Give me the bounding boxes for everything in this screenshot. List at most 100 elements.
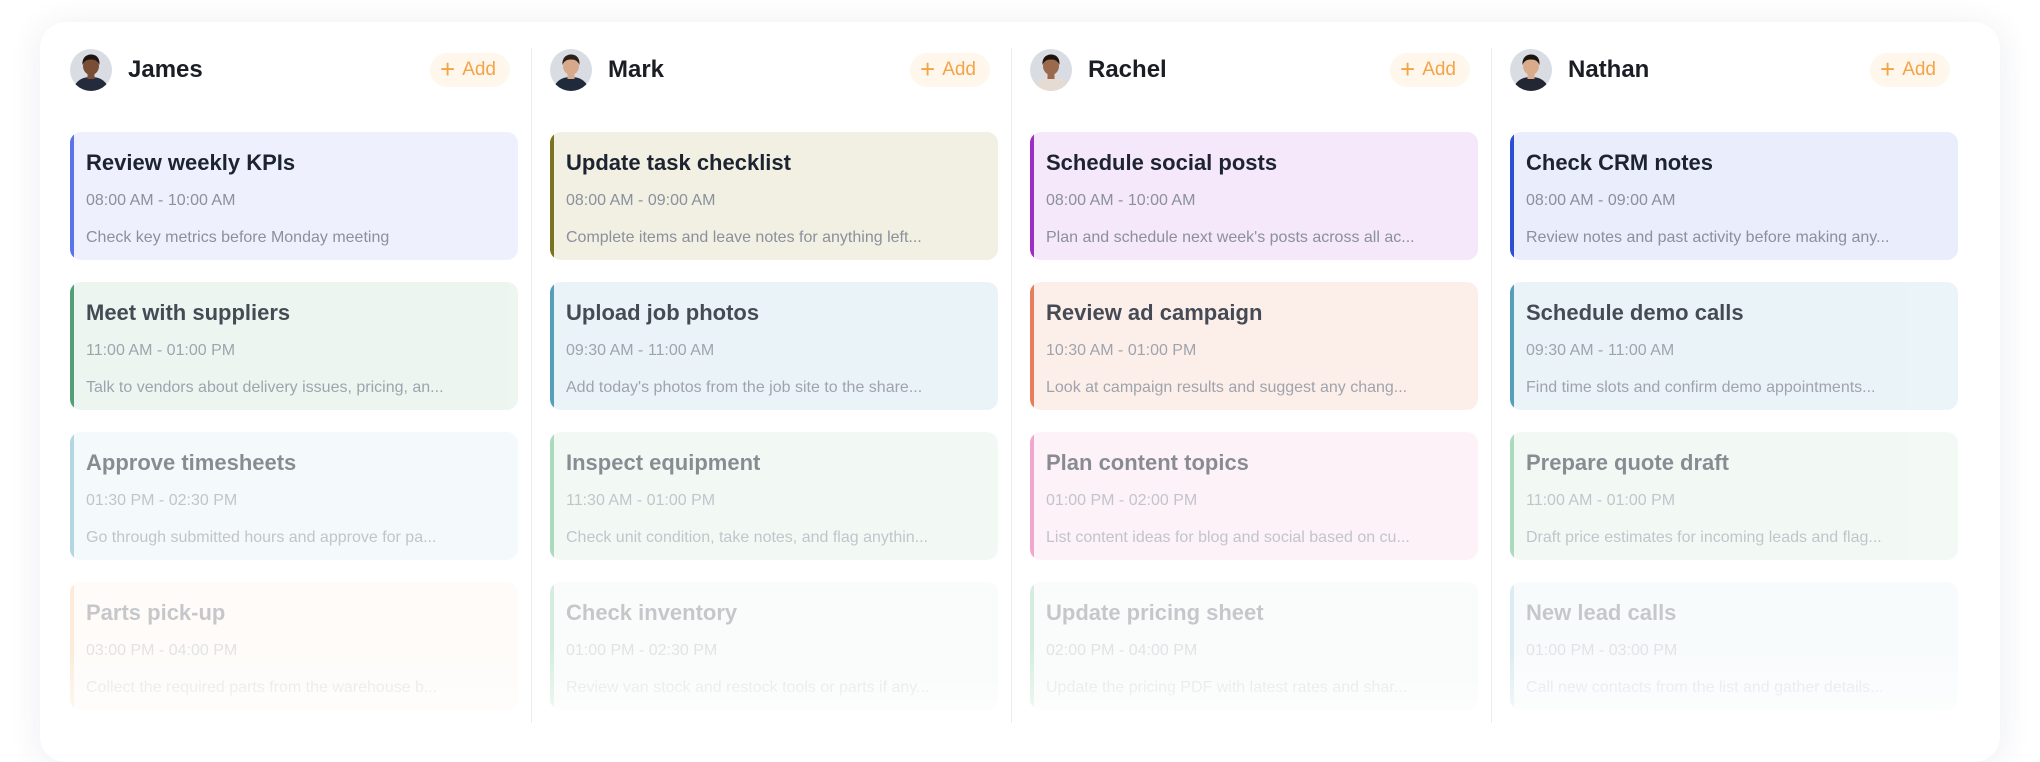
task-description: Go through submitted hours and approve f… [86,529,437,546]
task-time: 09:30 AM - 11:00 AM [1526,342,1675,359]
add-button-label: Add [942,59,976,80]
task-time: 11:00 AM - 01:00 PM [1526,492,1676,509]
task-time: 08:00 AM - 09:00 AM [566,192,716,209]
task-title: Plan content topics [1046,450,1249,475]
column-header: Mark + Add [550,48,998,92]
task-time: 08:00 AM - 10:00 AM [86,192,236,209]
plus-icon: + [1880,54,1896,84]
add-button-label: Add [1422,59,1456,80]
person-column: James + Add Review weekly KPIs 08:00 AM … [70,48,532,762]
task-description: Plan and schedule next week's posts acro… [1046,229,1415,246]
task-list: Review weekly KPIs 08:00 AM - 10:00 AM C… [70,132,518,710]
plus-icon: + [1400,54,1416,84]
task-time: 10:30 AM - 01:00 PM [1046,342,1197,359]
task-description: Talk to vendors about delivery issues, p… [86,379,444,396]
person-name: Mark [608,56,665,83]
task-card[interactable]: Review ad campaign 10:30 AM - 01:00 PM L… [1030,282,1478,410]
add-task-button[interactable]: + Add [1390,53,1470,87]
task-card[interactable]: Schedule demo calls 09:30 AM - 11:00 AM … [1510,282,1958,410]
task-list: Check CRM notes 08:00 AM - 09:00 AM Revi… [1510,132,1958,710]
task-time: 09:30 AM - 11:00 AM [566,342,715,359]
task-description: Check key metrics before Monday meeting [86,229,390,246]
task-title: Review weekly KPIs [86,150,296,175]
task-card[interactable]: Schedule social posts 08:00 AM - 10:00 A… [1030,132,1478,260]
person-avatar-icon[interactable] [1510,49,1552,91]
person-name: James [128,56,203,83]
task-title: New lead calls [1526,600,1677,625]
person-column: Nathan + Add Check CRM notes 08:00 AM - … [1490,48,1970,762]
task-title: Update pricing sheet [1046,600,1264,625]
task-time: 08:00 AM - 10:00 AM [1046,192,1196,209]
task-accent-bar [1030,132,1034,260]
task-card[interactable]: Check CRM notes 08:00 AM - 09:00 AM Revi… [1510,132,1958,260]
task-time: 08:00 AM - 09:00 AM [1526,192,1676,209]
task-card[interactable]: Prepare quote draft 11:00 AM - 01:00 PM … [1510,432,1958,560]
person-avatar-icon[interactable] [550,49,592,91]
task-card[interactable]: Update pricing sheet 02:00 PM - 04:00 PM… [1030,582,1478,710]
team-schedule-board: James + Add Review weekly KPIs 08:00 AM … [40,22,2000,762]
task-card[interactable]: Approve timesheets 01:30 PM - 02:30 PM G… [70,432,518,560]
task-accent-bar [1030,582,1034,710]
task-description: List content ideas for blog and social b… [1046,529,1410,546]
task-accent-bar [70,132,74,260]
task-accent-bar [70,282,74,410]
task-description: Review notes and past activity before ma… [1526,229,1890,246]
task-description: Collect the required parts from the ware… [86,679,438,696]
task-accent-bar [550,132,554,260]
task-description: Find time slots and confirm demo appoint… [1526,379,1876,396]
person-name: Nathan [1568,56,1650,83]
task-description: Call new contacts from the list and gath… [1526,679,1884,696]
task-title: Approve timesheets [86,450,297,475]
task-description: Add today's photos from the job site to … [566,379,923,396]
task-title: Parts pick-up [86,600,226,625]
task-accent-bar [1510,132,1514,260]
task-accent-bar [1030,282,1034,410]
task-accent-bar [550,282,554,410]
task-title: Meet with suppliers [86,300,291,325]
column-header: Rachel + Add [1030,48,1478,92]
task-title: Prepare quote draft [1526,450,1729,475]
task-accent-bar [1030,432,1034,560]
task-card[interactable]: Plan content topics 01:00 PM - 02:00 PM … [1030,432,1478,560]
task-title: Update task checklist [566,150,791,175]
task-time: 11:00 AM - 01:00 PM [86,342,236,359]
task-accent-bar [550,582,554,710]
person-avatar-icon[interactable] [1030,49,1072,91]
task-card[interactable]: Meet with suppliers 11:00 AM - 01:00 PM … [70,282,518,410]
task-time: 02:00 PM - 04:00 PM [1046,642,1198,659]
column-header: James + Add [70,48,518,92]
task-time: 01:30 PM - 02:30 PM [86,492,238,509]
task-description: Look at campaign results and suggest any… [1046,379,1408,396]
task-card[interactable]: Review weekly KPIs 08:00 AM - 10:00 AM C… [70,132,518,260]
task-accent-bar [70,432,74,560]
task-card[interactable]: Check inventory 01:00 PM - 02:30 PM Revi… [550,582,998,710]
task-card[interactable]: Inspect equipment 11:30 AM - 01:00 PM Ch… [550,432,998,560]
task-accent-bar [1510,282,1514,410]
task-title: Schedule social posts [1046,150,1278,175]
task-description: Check unit condition, take notes, and fl… [566,529,929,546]
plus-icon: + [920,54,936,84]
task-description: Draft price estimates for incoming leads… [1526,529,1882,546]
add-task-button[interactable]: + Add [430,53,510,87]
person-avatar-icon[interactable] [70,49,112,91]
task-card[interactable]: New lead calls 01:00 PM - 03:00 PM Call … [1510,582,1958,710]
task-card[interactable]: Parts pick-up 03:00 PM - 04:00 PM Collec… [70,582,518,710]
task-time: 01:00 PM - 03:00 PM [1526,642,1678,659]
task-accent-bar [550,432,554,560]
task-accent-bar [1510,582,1514,710]
task-title: Schedule demo calls [1526,300,1744,325]
task-card[interactable]: Update task checklist 08:00 AM - 09:00 A… [550,132,998,260]
task-accent-bar [70,582,74,710]
task-title: Check CRM notes [1526,150,1714,175]
add-button-label: Add [1902,59,1936,80]
add-task-button[interactable]: + Add [910,53,990,87]
add-task-button[interactable]: + Add [1870,53,1950,87]
person-name: Rachel [1088,56,1167,83]
task-description: Update the pricing PDF with latest rates… [1046,679,1408,696]
plus-icon: + [440,54,456,84]
task-list: Update task checklist 08:00 AM - 09:00 A… [550,132,998,710]
task-card[interactable]: Upload job photos 09:30 AM - 11:00 AM Ad… [550,282,998,410]
task-title: Check inventory [566,600,738,625]
task-title: Inspect equipment [566,450,761,475]
task-title: Upload job photos [566,300,760,325]
